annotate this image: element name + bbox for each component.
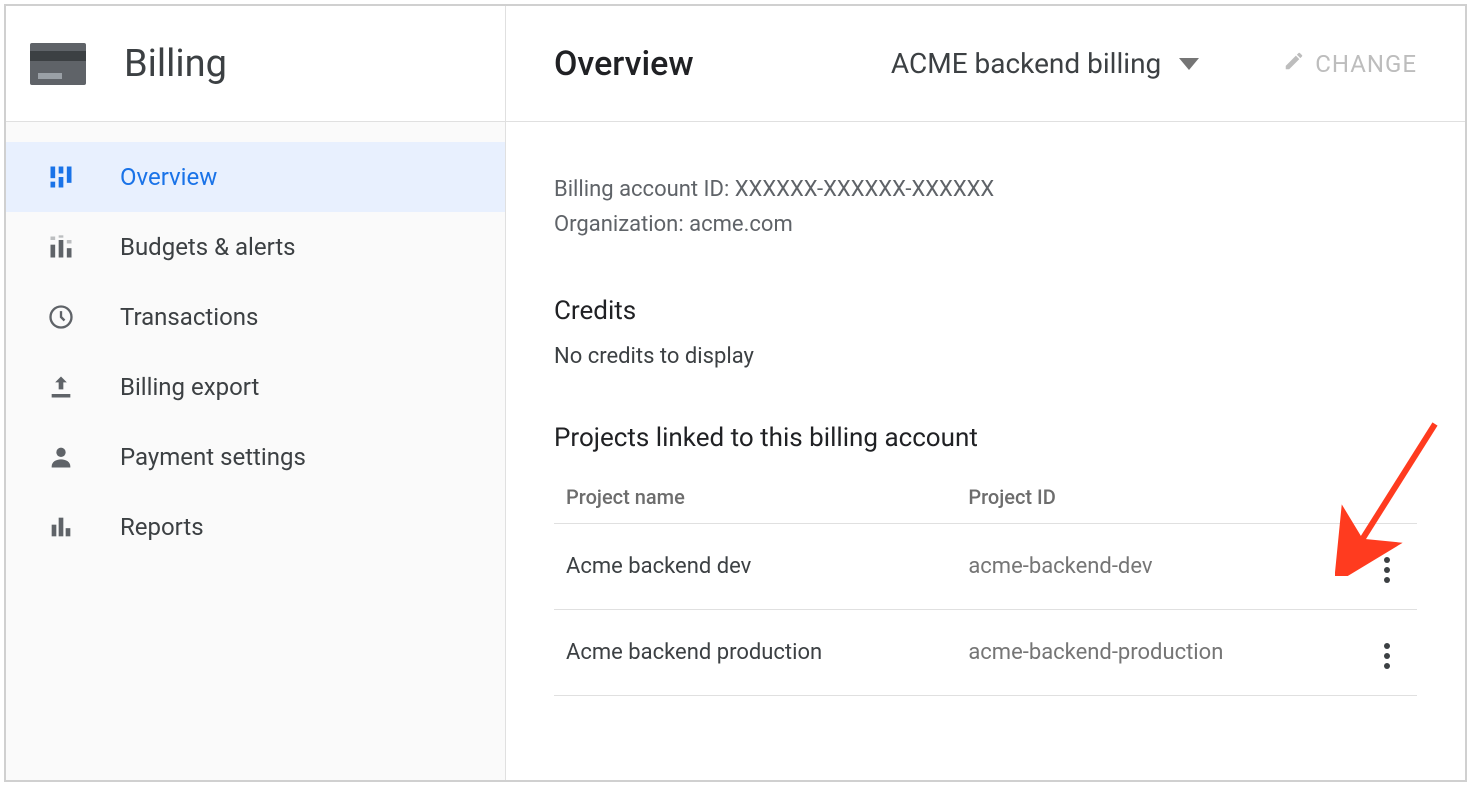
budgets-icon [46,232,76,262]
billing-card-icon [30,43,86,85]
sidebar-item-label: Billing export [120,373,259,401]
pencil-icon [1283,50,1305,78]
organization-label: Organization: [554,212,684,237]
billing-account-name: ACME backend billing [891,47,1161,80]
sidebar-item-billing-export[interactable]: Billing export [6,352,505,422]
sidebar-item-label: Transactions [120,303,258,331]
change-billing-account-button[interactable]: CHANGE [1283,50,1417,78]
sidebar-item-label: Payment settings [120,443,306,471]
sidebar-item-payment-settings[interactable]: Payment settings [6,422,505,492]
chevron-down-icon [1179,58,1199,70]
table-row: Acme backend dev acme-backend-dev [554,524,1417,610]
sidebar-item-transactions[interactable]: Transactions [6,282,505,352]
billing-account-id-label: Billing account ID: [554,177,729,202]
credits-empty: No credits to display [554,344,1417,369]
main: Overview ACME backend billing CHANGE Bil… [506,6,1465,780]
projects-title: Projects linked to this billing account [554,423,1417,453]
billing-account-id-line: Billing account ID: XXXXXX-XXXXXX-XXXXXX [554,172,1417,207]
billing-account-id-value: XXXXXX-XXXXXX-XXXXXX [735,177,994,202]
project-name: Acme backend dev [554,524,956,610]
sidebar-item-label: Budgets & alerts [120,233,296,261]
bar-chart-icon [46,512,76,542]
change-label: CHANGE [1315,50,1417,78]
sidebar-item-label: Overview [120,163,217,191]
sidebar-item-label: Reports [120,513,204,541]
dashboard-icon [46,162,76,192]
app-frame: Billing Overview Budgets & alerts Transa… [4,4,1467,782]
clock-icon [46,302,76,332]
overview-body: Billing account ID: XXXXXX-XXXXXX-XXXXXX… [506,122,1465,696]
projects-header-row: Project name Project ID [554,471,1417,524]
project-id: acme-backend-dev [956,524,1357,610]
table-row: Acme backend production acme-backend-pro… [554,610,1417,696]
projects-col-name: Project name [554,471,956,524]
page-title: Overview [554,44,694,84]
projects-table: Project name Project ID Acme backend dev… [554,471,1417,696]
project-name: Acme backend production [554,610,956,696]
person-icon [46,442,76,472]
projects-col-actions [1357,471,1417,524]
project-id: acme-backend-production [956,610,1357,696]
sidebar-item-overview[interactable]: Overview [6,142,505,212]
sidebar-title: Billing [124,42,227,86]
projects-col-id: Project ID [956,471,1357,524]
organization-line: Organization: acme.com [554,207,1417,242]
main-header: Overview ACME backend billing CHANGE [506,6,1465,122]
project-actions-menu[interactable] [1378,637,1396,675]
project-actions-menu[interactable] [1378,551,1396,589]
sidebar-nav: Overview Budgets & alerts Transactions B… [6,122,505,562]
sidebar: Billing Overview Budgets & alerts Transa… [6,6,506,780]
sidebar-item-reports[interactable]: Reports [6,492,505,562]
credits-title: Credits [554,296,1417,326]
sidebar-item-budgets[interactable]: Budgets & alerts [6,212,505,282]
upload-icon [46,372,76,402]
organization-value: acme.com [689,212,793,237]
billing-account-dropdown[interactable]: ACME backend billing [891,47,1199,80]
sidebar-header: Billing [6,6,505,122]
